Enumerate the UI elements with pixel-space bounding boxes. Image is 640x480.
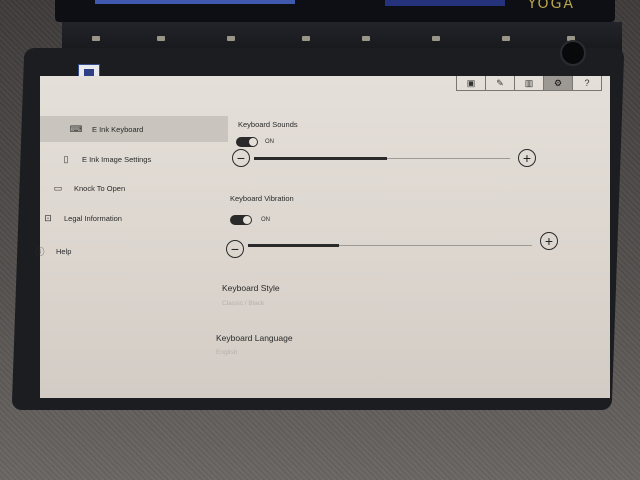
keyboard-vibration-title: Keyboard Vibration xyxy=(230,194,294,203)
pen-icon[interactable]: ✎ xyxy=(486,76,515,90)
top-lid: YOGA xyxy=(55,0,615,22)
keyboard-sounds-toggle-label: ON xyxy=(265,139,274,145)
keyboard-sounds-slider[interactable] xyxy=(254,157,510,160)
vibration-minus-button[interactable]: − xyxy=(226,240,244,258)
camera-icon xyxy=(560,40,586,66)
sidebar-item-eink-image-settings[interactable]: ▯ E Ink Image Settings xyxy=(40,146,228,172)
sidebar-item-label: E Ink Keyboard xyxy=(92,124,144,134)
sidebar-item-label: Legal Information xyxy=(64,213,122,223)
vibration-plus-button[interactable]: + xyxy=(540,232,558,250)
sidebar-item-help[interactable]: ⓘ Help xyxy=(35,238,228,264)
gear-icon[interactable]: ⚙ xyxy=(544,76,573,90)
keyboard-vibration-toggle-label: ON xyxy=(261,217,270,223)
sidebar-item-label: Knock To Open xyxy=(74,183,126,193)
monitor-icon[interactable]: ▣ xyxy=(457,76,486,90)
top-toolbar: ▣ ✎ ▥ ⚙ ? xyxy=(456,76,602,91)
lock-icon: ⊡ xyxy=(44,212,52,223)
sidebar-item-label: Help xyxy=(56,246,72,256)
screen-glow xyxy=(385,0,505,6)
settings-sidebar: ⌨ E Ink Keyboard ▯ E Ink Image Settings … xyxy=(35,112,228,362)
sidebar-item-eink-keyboard[interactable]: ⌨ E Ink Keyboard xyxy=(40,116,228,142)
keyboard-sounds-title: Keyboard Sounds xyxy=(238,120,298,129)
sounds-plus-button[interactable]: + xyxy=(518,149,536,167)
sidebar-item-legal-information[interactable]: ⊡ Legal Information xyxy=(40,205,228,231)
help-icon[interactable]: ? xyxy=(573,76,602,90)
keyboard-vibration-toggle[interactable] xyxy=(230,215,252,225)
sidebar-item-label: E Ink Image Settings xyxy=(82,154,152,164)
sidebar-item-knock-to-open[interactable]: ▭ Knock To Open xyxy=(40,175,228,201)
laptop-icon: ▭ xyxy=(53,182,63,193)
keyboard-vibration-slider[interactable] xyxy=(248,244,532,247)
keyboard-sounds-slider-fill xyxy=(254,157,388,160)
image-icon: ▯ xyxy=(63,153,69,164)
screen-glow xyxy=(95,0,295,4)
sounds-minus-button[interactable]: − xyxy=(232,149,250,167)
keyboard-language-title[interactable]: Keyboard Language xyxy=(216,333,293,343)
keyboard-vibration-slider-fill xyxy=(248,244,339,247)
keyboard-sounds-toggle[interactable] xyxy=(236,137,258,147)
keyboard-style-title[interactable]: Keyboard Style xyxy=(222,283,280,293)
keyboard-language-value: English xyxy=(216,349,238,356)
keyboard-style-value: Classic / Black xyxy=(222,300,265,307)
book-icon[interactable]: ▥ xyxy=(515,76,544,90)
eink-panel: ▣ ✎ ▥ ⚙ ? ⌨ E Ink Keyboard ▯ E Ink Image… xyxy=(35,76,610,398)
brand-logo: YOGA xyxy=(527,0,575,12)
info-icon: ⓘ xyxy=(35,246,45,257)
keyboard-icon: ⌨ xyxy=(69,123,83,134)
